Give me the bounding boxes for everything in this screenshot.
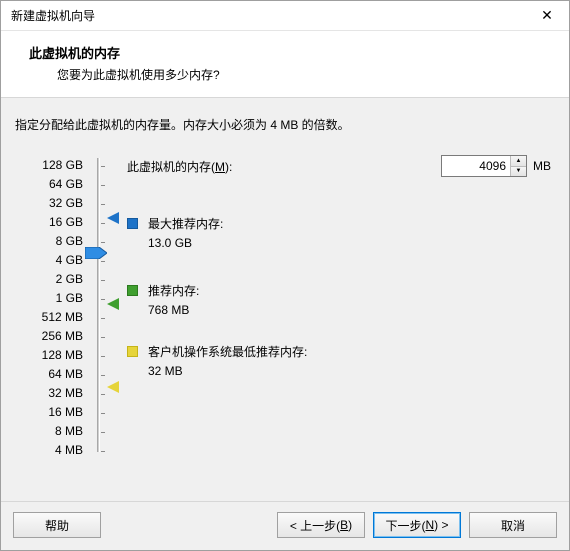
scale-tick-label: 64 MB [15, 364, 87, 383]
wizard-window: 新建虚拟机向导 ✕ 此虚拟机的内存 您要为此虚拟机使用多少内存? 指定分配给此虚… [0, 0, 570, 551]
scale-labels: 128 GB64 GB32 GB16 GB8 GB4 GB2 GB1 GB512… [15, 155, 87, 459]
memory-area: 128 GB64 GB32 GB16 GB8 GB4 GB2 GB1 GB512… [15, 155, 555, 459]
legend-rec-value: 768 MB [148, 303, 199, 317]
slider-track [97, 158, 100, 452]
max-marker-icon [107, 212, 121, 226]
window-title: 新建虚拟机向导 [11, 7, 525, 24]
legend-max-title: 最大推荐内存: [148, 215, 223, 232]
square-icon-yellow [127, 346, 138, 357]
wizard-body: 指定分配给此虚拟机的内存量。内存大小必须为 4 MB 的倍数。 128 GB64… [1, 98, 569, 501]
spinner-up-icon[interactable]: ▲ [511, 156, 526, 166]
scale-tick-label: 128 MB [15, 345, 87, 364]
description-text: 指定分配给此虚拟机的内存量。内存大小必须为 4 MB 的倍数。 [15, 116, 555, 133]
slider-tick [101, 394, 105, 395]
memory-spinner[interactable]: ▲ ▼ [441, 155, 527, 177]
square-icon-green [127, 285, 138, 296]
memory-slider[interactable] [87, 155, 121, 459]
back-button[interactable]: < 上一步(B) [277, 512, 365, 538]
slider-tick [101, 318, 105, 319]
scale-tick-label: 16 GB [15, 212, 87, 231]
legend-column: 此虚拟机的内存(M): ▲ ▼ MB [121, 155, 555, 459]
scale-tick-label: 128 GB [15, 155, 87, 174]
slider-tick [101, 261, 105, 262]
slider-tick [101, 375, 105, 376]
rec-marker-icon [107, 298, 121, 312]
scale-tick-label: 32 GB [15, 193, 87, 212]
min-marker-icon [107, 381, 121, 395]
legend-rec-title: 推荐内存: [148, 282, 199, 299]
scale-tick-label: 32 MB [15, 383, 87, 402]
slider-tick [101, 185, 105, 186]
wizard-footer: 帮助 < 上一步(B) 下一步(N) > 取消 [1, 501, 569, 550]
scale-tick-label: 2 GB [15, 269, 87, 288]
scale-tick-label: 4 GB [15, 250, 87, 269]
memory-input[interactable] [442, 156, 510, 176]
slider-tick [101, 451, 105, 452]
legend-max-value: 13.0 GB [148, 236, 223, 250]
page-subtitle: 您要为此虚拟机使用多少内存? [29, 66, 559, 83]
slider-tick [101, 242, 105, 243]
scale-tick-label: 8 MB [15, 421, 87, 440]
legend-max: 最大推荐内存: 13.0 GB [127, 215, 555, 250]
spinner-down-icon[interactable]: ▼ [511, 166, 526, 177]
titlebar: 新建虚拟机向导 ✕ [1, 1, 569, 31]
slider-tick [101, 337, 105, 338]
help-button[interactable]: 帮助 [13, 512, 101, 538]
slider-tick [101, 432, 105, 433]
legend-rec: 推荐内存: 768 MB [127, 282, 555, 317]
scale-tick-label: 4 MB [15, 440, 87, 459]
spinner-buttons: ▲ ▼ [510, 156, 526, 176]
legend-min-title: 客户机操作系统最低推荐内存: [148, 343, 307, 360]
page-title: 此虚拟机的内存 [29, 43, 559, 62]
slider-tick [101, 280, 105, 281]
slider-tick [101, 166, 105, 167]
scale-tick-label: 64 GB [15, 174, 87, 193]
slider-tick [101, 299, 105, 300]
legend-min-value: 32 MB [148, 364, 307, 378]
square-icon-blue [127, 218, 138, 229]
cancel-button[interactable]: 取消 [469, 512, 557, 538]
memory-label: 此虚拟机的内存(M): [127, 158, 232, 175]
slider-thumb[interactable] [85, 247, 107, 259]
next-button[interactable]: 下一步(N) > [373, 512, 461, 538]
memory-unit: MB [533, 159, 551, 173]
slider-tick [101, 356, 105, 357]
wizard-header: 此虚拟机的内存 您要为此虚拟机使用多少内存? [1, 31, 569, 98]
scale-tick-label: 512 MB [15, 307, 87, 326]
scale-tick-label: 256 MB [15, 326, 87, 345]
close-icon[interactable]: ✕ [525, 1, 569, 30]
legend-min: 客户机操作系统最低推荐内存: 32 MB [127, 343, 555, 378]
scale-tick-label: 1 GB [15, 288, 87, 307]
slider-tick [101, 223, 105, 224]
slider-tick [101, 204, 105, 205]
legend: 最大推荐内存: 13.0 GB 推荐内存: 768 MB [127, 215, 555, 378]
memory-spinner-wrap: ▲ ▼ MB [441, 155, 551, 177]
scale-tick-label: 16 MB [15, 402, 87, 421]
scale-tick-label: 8 GB [15, 231, 87, 250]
memory-input-row: 此虚拟机的内存(M): ▲ ▼ MB [127, 155, 555, 177]
slider-tick [101, 413, 105, 414]
